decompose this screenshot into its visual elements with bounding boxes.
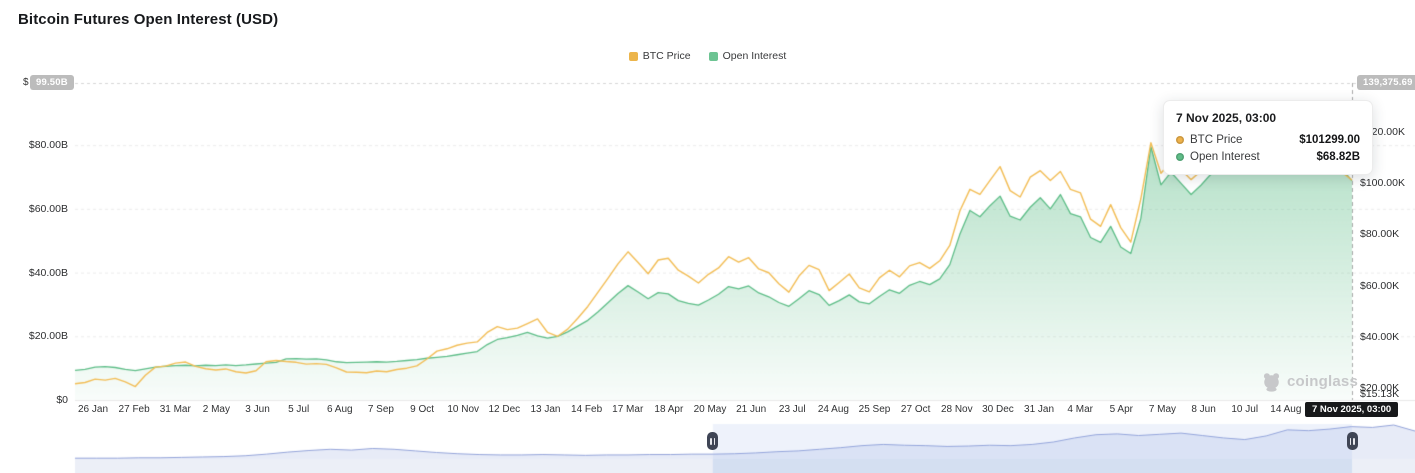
legend-label: BTC Price bbox=[643, 50, 691, 62]
navigator-track[interactable] bbox=[75, 424, 1415, 473]
crosshair-date-badge: 7 Nov 2025, 03:00 bbox=[1305, 402, 1398, 417]
legend-swatch-icon bbox=[709, 52, 718, 61]
legend-label: Open Interest bbox=[723, 50, 787, 62]
right-axis-tick: $100.00K bbox=[1360, 177, 1405, 189]
left-axis-max-prefix: $ bbox=[23, 77, 29, 88]
left-axis-tick: $20.00B bbox=[16, 330, 68, 342]
navigator-left-handle[interactable] bbox=[707, 432, 718, 450]
btc-price-dot-icon bbox=[1176, 136, 1184, 144]
bitcoin-futures-oi-chart: Bitcoin Futures Open Interest (USD) BTC … bbox=[0, 0, 1415, 473]
open-interest-dot-icon bbox=[1176, 153, 1184, 161]
right-axis-tick: $15.13K bbox=[1360, 388, 1399, 400]
tooltip-value: $68.82B bbox=[1317, 151, 1360, 163]
right-axis-tick: $80.00K bbox=[1360, 228, 1399, 240]
right-axis-tick: $40.00K bbox=[1360, 331, 1399, 343]
right-axis-tick: $60.00K bbox=[1360, 280, 1399, 292]
left-axis-tick: $40.00B bbox=[16, 267, 68, 279]
legend-item-btc-price[interactable]: BTC Price bbox=[629, 50, 691, 62]
right-axis-max-badge: 139,375.69 bbox=[1357, 75, 1415, 90]
tooltip-value: $101299.00 bbox=[1299, 134, 1360, 146]
chart-title: Bitcoin Futures Open Interest (USD) bbox=[18, 11, 278, 28]
navigator-right-handle[interactable] bbox=[1347, 432, 1358, 450]
tooltip-label: BTC Price bbox=[1190, 134, 1242, 146]
legend-item-open-interest[interactable]: Open Interest bbox=[709, 50, 787, 62]
tooltip-row-btc-price: BTC Price $101299.00 bbox=[1176, 134, 1360, 146]
tooltip-date: 7 Nov 2025, 03:00 bbox=[1176, 111, 1360, 125]
legend-swatch-icon bbox=[629, 52, 638, 61]
tooltip: 7 Nov 2025, 03:00 BTC Price $101299.00 O… bbox=[1163, 100, 1373, 175]
legend: BTC Price Open Interest bbox=[0, 50, 1415, 62]
left-axis-tick: $80.00B bbox=[16, 139, 68, 151]
left-axis-max-badge: 99.50B bbox=[30, 75, 74, 90]
left-axis-tick: $60.00B bbox=[16, 203, 68, 215]
left-axis-tick: $0 bbox=[16, 394, 68, 406]
tooltip-row-open-interest: Open Interest $68.82B bbox=[1176, 151, 1360, 163]
tooltip-label: Open Interest bbox=[1190, 151, 1260, 163]
